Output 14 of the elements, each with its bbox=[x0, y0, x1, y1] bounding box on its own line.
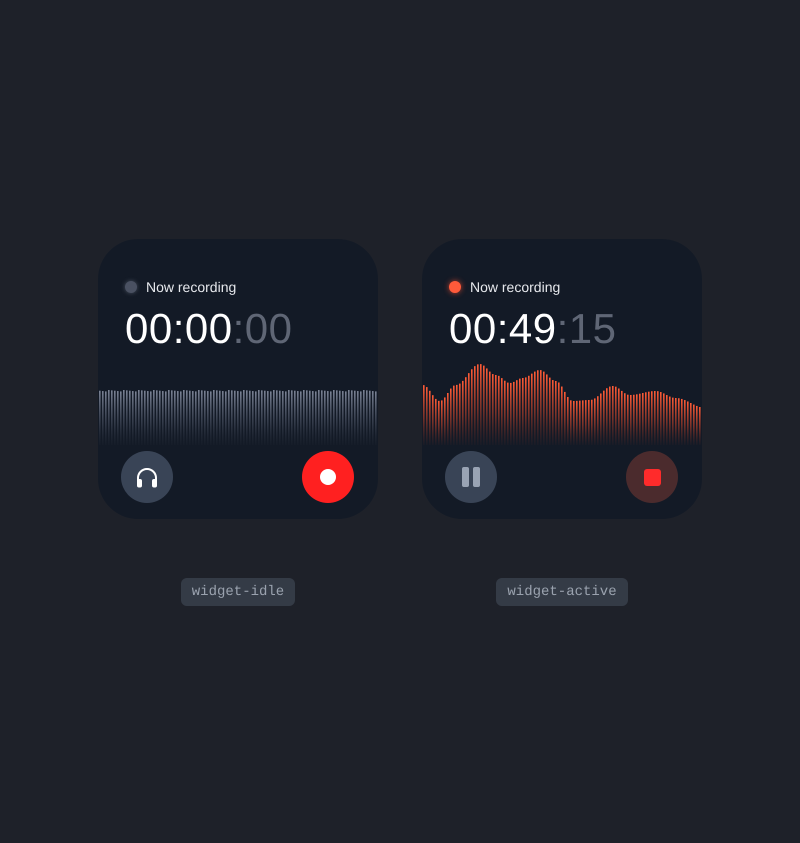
headphones-button[interactable] bbox=[121, 451, 173, 503]
widget-label: widget-active bbox=[496, 578, 628, 606]
record-icon bbox=[320, 469, 336, 485]
stop-button[interactable] bbox=[626, 451, 678, 503]
pause-button[interactable] bbox=[445, 451, 497, 503]
elapsed-timer: 00:49:15 bbox=[449, 307, 616, 351]
stop-icon bbox=[644, 468, 660, 486]
headphones-icon bbox=[136, 466, 158, 488]
status-label: Now recording bbox=[470, 278, 560, 296]
status-label: Now recording bbox=[146, 278, 236, 296]
elapsed-timer: 00:00:00 bbox=[125, 307, 292, 351]
widget-label: widget-idle bbox=[180, 578, 296, 606]
pause-icon bbox=[461, 467, 481, 487]
record-button[interactable] bbox=[302, 451, 354, 503]
